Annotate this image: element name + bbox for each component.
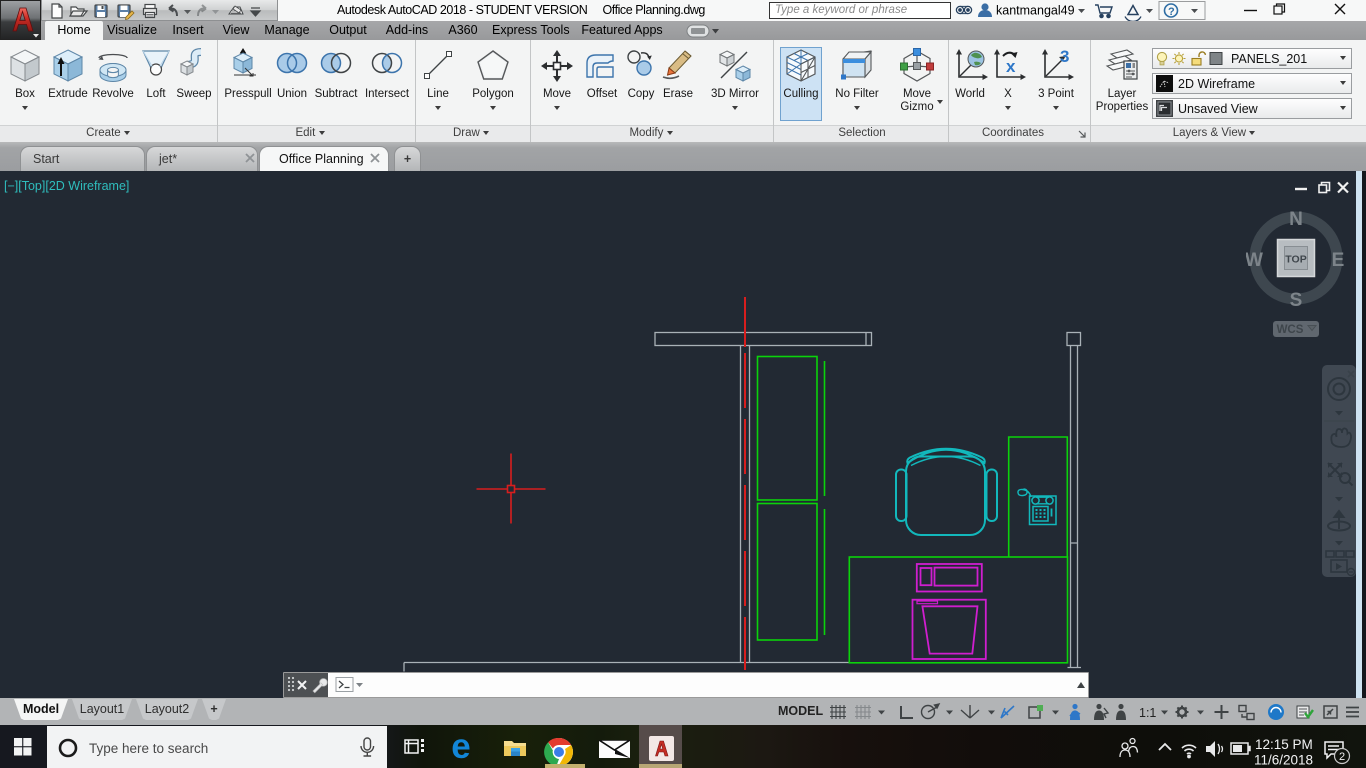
- svg-text:1:1: 1:1: [1139, 706, 1156, 720]
- svg-text:E: E: [1332, 250, 1345, 271]
- svg-text:Type here to search: Type here to search: [89, 741, 208, 756]
- svg-text:N: N: [1289, 209, 1303, 230]
- svg-text:WCS: WCS: [1277, 324, 1304, 336]
- svg-text:?: ?: [1168, 6, 1175, 18]
- svg-text:2: 2: [1339, 751, 1345, 763]
- svg-text:kantmangal49: kantmangal49: [996, 4, 1075, 18]
- svg-text:x: x: [1006, 57, 1016, 76]
- svg-text:TOP: TOP: [1285, 254, 1306, 266]
- svg-text:S: S: [1290, 290, 1303, 311]
- svg-text:12:15 PM: 12:15 PM: [1255, 737, 1313, 752]
- svg-text:11/6/2018: 11/6/2018: [1254, 753, 1313, 767]
- svg-text:3: 3: [1060, 48, 1069, 66]
- svg-text:W: W: [1246, 250, 1263, 271]
